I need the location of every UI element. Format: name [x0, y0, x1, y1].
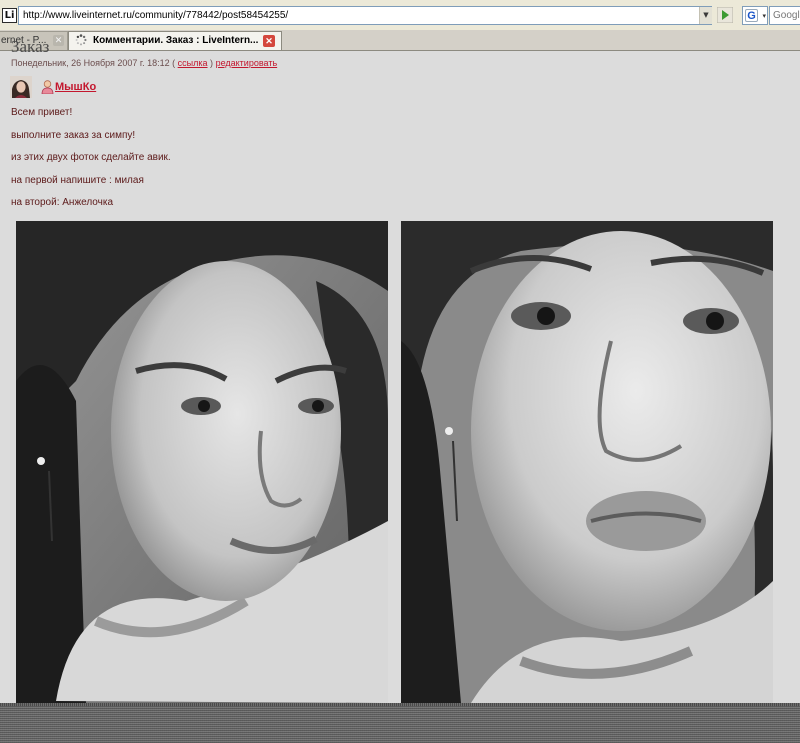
meta-separator: )	[210, 58, 214, 68]
post-meta: Понедельник, 26 Ноября 2007 г. 18:12 ( с…	[11, 58, 277, 69]
post-photo-2[interactable]	[401, 221, 773, 703]
user-icon	[41, 80, 54, 94]
url-input[interactable]: http://www.liveinternet.ru/community/778…	[18, 6, 712, 25]
tab-comments-order[interactable]: Комментарии. Заказ : LiveIntern... ✕	[68, 31, 282, 50]
post-photo-1[interactable]	[16, 221, 388, 703]
portrait-photo-1	[16, 221, 388, 703]
avatar[interactable]	[10, 76, 32, 98]
search-input[interactable]: Google	[769, 6, 800, 25]
permalink-link[interactable]: ссылка	[178, 58, 208, 68]
portrait-photo-2	[401, 221, 773, 703]
post-line-4: на первой напишите : милая	[11, 175, 144, 186]
post-line-3: из этих двух фоток сделайте авик.	[11, 152, 171, 163]
author-link[interactable]: МышКо	[55, 81, 96, 94]
tab-label: Комментарии. Заказ : LiveIntern...	[93, 35, 259, 46]
loading-spinner-icon	[75, 34, 87, 46]
post-line-1: Всем привет!	[11, 107, 73, 118]
post-date: Понедельник, 26 Ноября 2007 г. 18:12 (	[11, 58, 176, 68]
edit-link[interactable]: редактировать	[216, 58, 278, 68]
site-favicon-icon: Li	[2, 8, 17, 23]
close-tab-icon[interactable]: ✕	[263, 35, 275, 47]
post-title: Заказ	[11, 37, 50, 56]
bottom-noise-inner	[0, 706, 800, 743]
post-content: Заказ Понедельник, 26 Ноября 2007 г. 18:…	[0, 38, 800, 743]
address-bar: Li http://www.liveinternet.ru/community/…	[0, 0, 800, 31]
go-arrow-icon[interactable]	[717, 7, 733, 23]
search-engine-selector[interactable]: G ▾	[742, 6, 768, 25]
close-tab-icon[interactable]: ✕	[53, 35, 64, 46]
post-line-5: на второй: Анжелочка	[11, 197, 114, 208]
url-dropdown-icon[interactable]: ▼	[699, 7, 712, 24]
chevron-down-icon: ▾	[762, 12, 766, 20]
post-line-2: выполните заказ за симпу!	[11, 130, 136, 141]
tab-bar: ernet - P... ✕ Комментарии. Заказ : Live…	[0, 30, 800, 51]
bottom-noise-strip	[0, 703, 800, 743]
google-icon: G	[745, 9, 758, 22]
